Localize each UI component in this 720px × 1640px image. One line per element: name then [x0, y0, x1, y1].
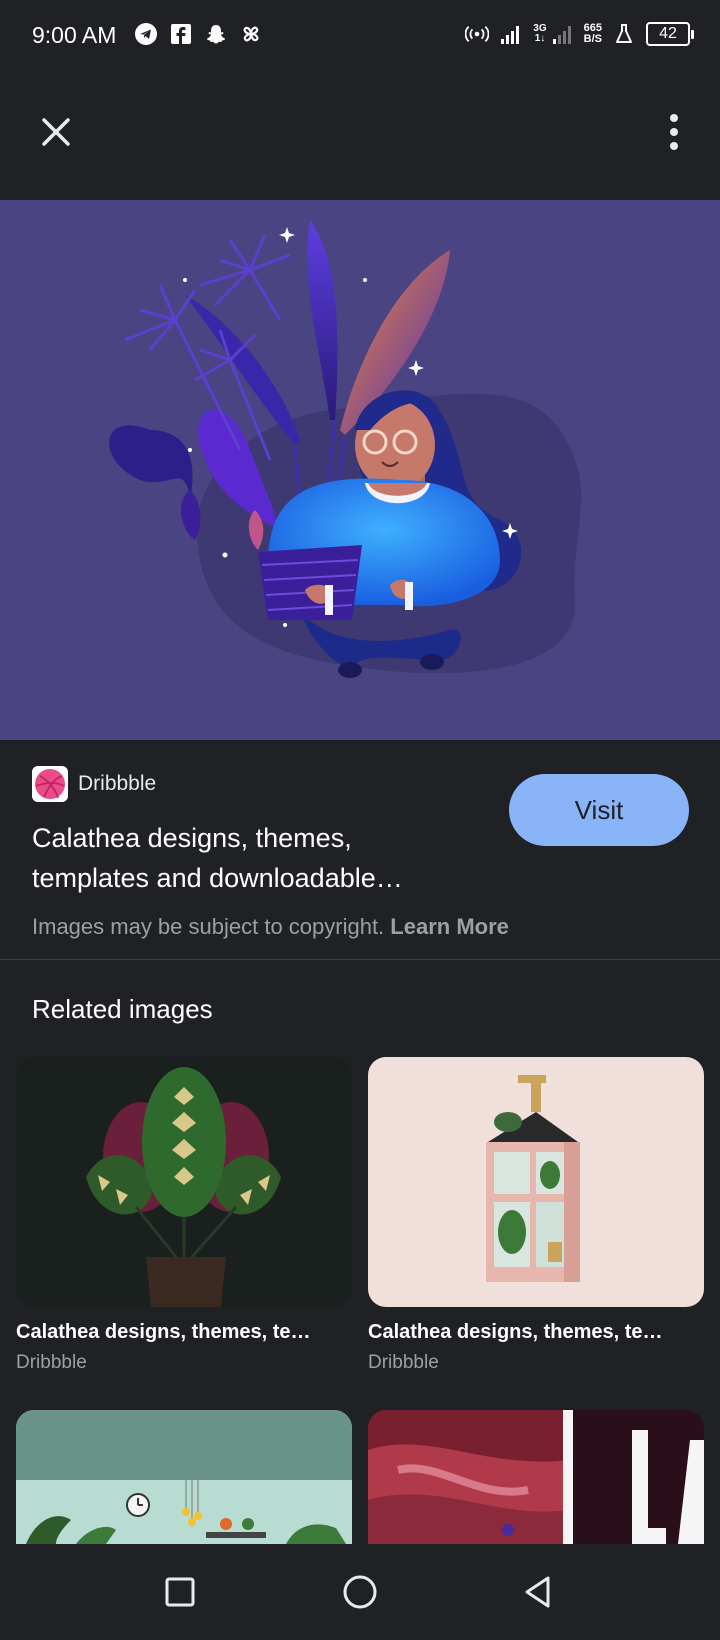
image-source-panel: Dribbble Calathea designs, themes, templ… [0, 740, 720, 960]
recent-apps-button[interactable] [156, 1568, 204, 1616]
related-images-heading: Related images [32, 994, 213, 1024]
related-image-thumbnail[interactable] [368, 1057, 704, 1307]
close-button[interactable] [36, 112, 76, 152]
network-sub: 1↓ [534, 33, 546, 44]
main-image[interactable] [0, 200, 720, 740]
facebook-icon [169, 22, 193, 46]
back-button[interactable] [514, 1568, 562, 1616]
shelf-thumbnail [16, 1410, 352, 1544]
copyright-notice: Images may be subject to copyright. Lear… [32, 914, 509, 940]
system-status-icons: 3G 1↓ 665 B/S 42 [465, 22, 694, 46]
source-title[interactable]: Calathea designs, themes, templates and … [32, 818, 472, 898]
related-image-title[interactable]: Calathea designs, themes, te… [16, 1321, 352, 1344]
related-image-card[interactable]: Calathea designs, themes, te… Dribbble [368, 1057, 704, 1374]
home-button[interactable] [336, 1568, 384, 1616]
related-image-title[interactable]: Calathea designs, themes, te… [368, 1321, 704, 1344]
square-icon [165, 1577, 195, 1607]
related-image-source: Dribbble [368, 1352, 439, 1373]
triangle-back-icon [525, 1576, 550, 1608]
snapchat-icon [204, 22, 228, 46]
source-site-name[interactable]: Dribbble [78, 772, 156, 796]
close-icon [42, 118, 70, 146]
hotspot-icon [465, 22, 490, 46]
calathea-illustration [109, 220, 582, 678]
more-vert-icon [670, 114, 678, 122]
signal-icon [499, 22, 523, 46]
flask-icon [612, 22, 636, 46]
data-speed: 665 B/S [584, 23, 602, 45]
visit-button[interactable]: Visit [509, 774, 689, 846]
copyright-text: Images may be subject to copyright. [32, 914, 385, 939]
telegram-icon [134, 22, 158, 46]
related-image-thumbnail[interactable] [16, 1410, 352, 1544]
system-navigation-bar [0, 1544, 720, 1640]
speed-unit: B/S [583, 33, 602, 45]
battery-level: 42 [659, 25, 677, 42]
related-image-source: Dribbble [16, 1352, 87, 1373]
pinwheel-icon [239, 22, 263, 46]
plant-thumbnail [86, 1067, 281, 1307]
top-bar [0, 72, 720, 200]
bottle-thumbnail [486, 1075, 580, 1282]
learn-more-link[interactable]: Learn More [390, 914, 509, 939]
related-image-thumbnail[interactable] [16, 1057, 352, 1307]
dribbble-favicon-icon [32, 766, 68, 802]
related-image-card[interactable]: Calathea designs, themes, te… Dribbble [16, 1057, 352, 1374]
circle-icon [343, 1575, 377, 1609]
abstract-thumbnail [368, 1410, 704, 1544]
status-bar: 9:00 AM 3G 1↓ 665 B/S 42 [0, 0, 720, 72]
battery-icon: 42 [646, 22, 694, 46]
related-image-thumbnail[interactable] [368, 1410, 704, 1544]
signal-weak-icon [550, 22, 574, 46]
more-options-button[interactable] [664, 110, 684, 154]
notification-icons [134, 22, 263, 46]
status-time: 9:00 AM [32, 22, 117, 48]
network-type: 3G 1↓ [533, 24, 546, 44]
